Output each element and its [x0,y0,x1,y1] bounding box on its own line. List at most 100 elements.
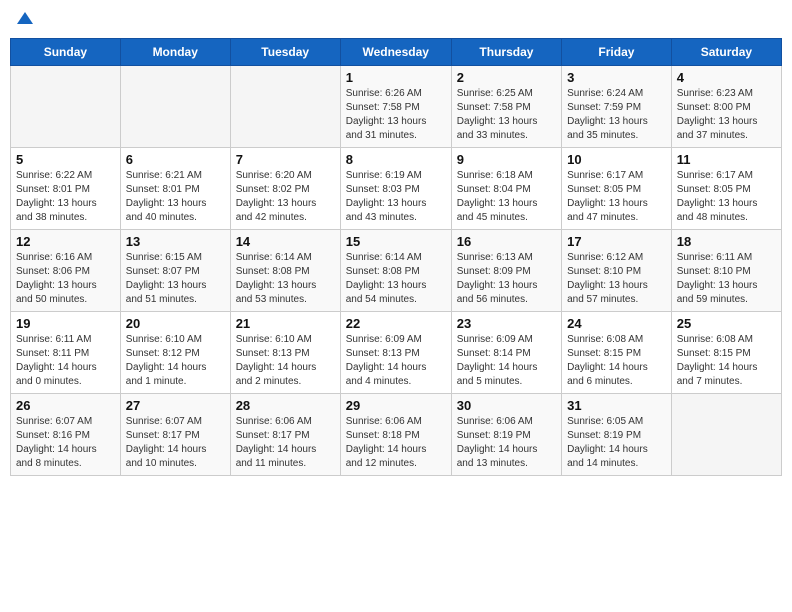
calendar-cell: 28 Sunrise: 6:06 AM Sunset: 8:17 PM Dayli… [230,394,340,476]
day-number: 17 [567,234,666,249]
day-number: 14 [236,234,335,249]
day-info: Sunrise: 6:08 AM Sunset: 8:15 PM Dayligh… [567,333,666,389]
day-number: 22 [346,316,446,331]
day-info: Sunrise: 6:11 AM Sunset: 8:11 PM Dayligh… [16,333,115,389]
day-info: Sunrise: 6:06 AM Sunset: 8:18 PM Dayligh… [346,415,446,471]
day-info: Sunrise: 6:17 AM Sunset: 8:05 PM Dayligh… [567,169,666,225]
day-of-week-header: Friday [562,39,672,66]
calendar-cell [671,394,781,476]
calendar-cell: 18 Sunrise: 6:11 AM Sunset: 8:10 PM Dayli… [671,230,781,312]
calendar-cell: 11Sunrise: 6:17 AM Sunset: 8:05 PM Dayli… [671,148,781,230]
day-of-week-header: Sunday [11,39,121,66]
calendar-cell: 19 Sunrise: 6:11 AM Sunset: 8:11 PM Dayli… [11,312,121,394]
day-number: 31 [567,398,666,413]
day-info: Sunrise: 6:13 AM Sunset: 8:09 PM Dayligh… [457,251,556,307]
calendar-cell: 10 Sunrise: 6:17 AM Sunset: 8:05 PM Dayli… [562,148,672,230]
calendar-cell: 3 Sunrise: 6:24 AM Sunset: 7:59 PM Daylig… [562,66,672,148]
logo-icon [17,10,33,26]
calendar-cell: 29 Sunrise: 6:06 AM Sunset: 8:18 PM Dayli… [340,394,451,476]
calendar-cell: 23 Sunrise: 6:09 AM Sunset: 8:14 PM Dayli… [451,312,561,394]
calendar-cell: 13 Sunrise: 6:15 AM Sunset: 8:07 PM Dayli… [120,230,230,312]
calendar-cell: 26 Sunrise: 6:07 AM Sunset: 8:16 PM Dayli… [11,394,121,476]
day-info: Sunrise: 6:15 AM Sunset: 8:07 PM Dayligh… [126,251,225,307]
day-info: Sunrise: 6:06 AM Sunset: 8:17 PM Dayligh… [236,415,335,471]
calendar-cell: 9 Sunrise: 6:18 AM Sunset: 8:04 PM Daylig… [451,148,561,230]
day-info: Sunrise: 6:08 AM Sunset: 8:15 PM Dayligh… [677,333,776,389]
day-number: 30 [457,398,556,413]
calendar-cell: 17 Sunrise: 6:12 AM Sunset: 8:10 PM Dayli… [562,230,672,312]
calendar-cell: 12 Sunrise: 6:16 AM Sunset: 8:06 PM Dayli… [11,230,121,312]
calendar-cell: 4 Sunrise: 6:23 AM Sunset: 8:00 PM Daylig… [671,66,781,148]
day-number: 8 [346,152,446,167]
day-number: 18 [677,234,776,249]
calendar-cell: 14Sunrise: 6:14 AM Sunset: 8:08 PM Dayli… [230,230,340,312]
day-info: Sunrise: 6:07 AM Sunset: 8:17 PM Dayligh… [126,415,225,471]
calendar-cell: 25 Sunrise: 6:08 AM Sunset: 8:15 PM Dayli… [671,312,781,394]
day-number: 16 [457,234,556,249]
day-number: 2 [457,70,556,85]
day-number: 9 [457,152,556,167]
day-info: Sunrise: 6:09 AM Sunset: 8:14 PM Dayligh… [457,333,556,389]
calendar-cell: 22 Sunrise: 6:09 AM Sunset: 8:13 PM Dayli… [340,312,451,394]
day-of-week-header: Wednesday [340,39,451,66]
day-number: 3 [567,70,666,85]
day-info: Sunrise: 6:16 AM Sunset: 8:06 PM Dayligh… [16,251,115,307]
calendar-cell [11,66,121,148]
day-info: Sunrise: 6:26 AM Sunset: 7:58 PM Dayligh… [346,87,446,143]
day-info: Sunrise: 6:24 AM Sunset: 7:59 PM Dayligh… [567,87,666,143]
page-header [10,10,782,30]
day-info: Sunrise: 6:12 AM Sunset: 8:10 PM Dayligh… [567,251,666,307]
calendar-cell: 5Sunrise: 6:22 AM Sunset: 8:01 PM Daylig… [11,148,121,230]
day-of-week-header: Monday [120,39,230,66]
day-number: 10 [567,152,666,167]
calendar-cell: 20Sunrise: 6:10 AM Sunset: 8:12 PM Dayli… [120,312,230,394]
day-number: 5 [16,152,115,167]
logo [16,14,33,26]
day-number: 4 [677,70,776,85]
calendar-week-row: 5Sunrise: 6:22 AM Sunset: 8:01 PM Daylig… [11,148,782,230]
calendar-cell: 21Sunrise: 6:10 AM Sunset: 8:13 PM Dayli… [230,312,340,394]
day-number: 15 [346,234,446,249]
day-info: Sunrise: 6:06 AM Sunset: 8:19 PM Dayligh… [457,415,556,471]
day-number: 26 [16,398,115,413]
day-number: 25 [677,316,776,331]
day-info: Sunrise: 6:25 AM Sunset: 7:58 PM Dayligh… [457,87,556,143]
day-number: 13 [126,234,225,249]
calendar-week-row: 26 Sunrise: 6:07 AM Sunset: 8:16 PM Dayli… [11,394,782,476]
day-number: 23 [457,316,556,331]
calendar-cell [120,66,230,148]
calendar-cell: 30 Sunrise: 6:06 AM Sunset: 8:19 PM Dayli… [451,394,561,476]
day-info: Sunrise: 6:17 AM Sunset: 8:05 PM Dayligh… [677,169,776,225]
day-number: 29 [346,398,446,413]
day-info: Sunrise: 6:07 AM Sunset: 8:16 PM Dayligh… [16,415,115,471]
day-of-week-header: Thursday [451,39,561,66]
calendar-cell: 16 Sunrise: 6:13 AM Sunset: 8:09 PM Dayli… [451,230,561,312]
day-info: Sunrise: 6:05 AM Sunset: 8:19 PM Dayligh… [567,415,666,471]
calendar-body: 1 Sunrise: 6:26 AM Sunset: 7:58 PM Daylig… [11,66,782,476]
calendar-cell: 1 Sunrise: 6:26 AM Sunset: 7:58 PM Daylig… [340,66,451,148]
day-info: Sunrise: 6:09 AM Sunset: 8:13 PM Dayligh… [346,333,446,389]
day-info: Sunrise: 6:10 AM Sunset: 8:13 PM Dayligh… [236,333,335,389]
day-info: Sunrise: 6:18 AM Sunset: 8:04 PM Dayligh… [457,169,556,225]
day-number: 12 [16,234,115,249]
calendar-cell: 27Sunrise: 6:07 AM Sunset: 8:17 PM Dayli… [120,394,230,476]
day-info: Sunrise: 6:23 AM Sunset: 8:00 PM Dayligh… [677,87,776,143]
day-number: 1 [346,70,446,85]
day-number: 6 [126,152,225,167]
day-number: 24 [567,316,666,331]
day-number: 19 [16,316,115,331]
day-of-week-header: Tuesday [230,39,340,66]
calendar-header: SundayMondayTuesdayWednesdayThursdayFrid… [11,39,782,66]
calendar-cell: 7Sunrise: 6:20 AM Sunset: 8:02 PM Daylig… [230,148,340,230]
day-number: 7 [236,152,335,167]
day-info: Sunrise: 6:11 AM Sunset: 8:10 PM Dayligh… [677,251,776,307]
calendar-cell: 15Sunrise: 6:14 AM Sunset: 8:08 PM Dayli… [340,230,451,312]
header-row: SundayMondayTuesdayWednesdayThursdayFrid… [11,39,782,66]
calendar-week-row: 12 Sunrise: 6:16 AM Sunset: 8:06 PM Dayli… [11,230,782,312]
calendar-week-row: 19 Sunrise: 6:11 AM Sunset: 8:11 PM Dayli… [11,312,782,394]
day-info: Sunrise: 6:19 AM Sunset: 8:03 PM Dayligh… [346,169,446,225]
calendar-cell: 8 Sunrise: 6:19 AM Sunset: 8:03 PM Daylig… [340,148,451,230]
day-number: 28 [236,398,335,413]
calendar-cell: 6Sunrise: 6:21 AM Sunset: 8:01 PM Daylig… [120,148,230,230]
calendar-cell [230,66,340,148]
